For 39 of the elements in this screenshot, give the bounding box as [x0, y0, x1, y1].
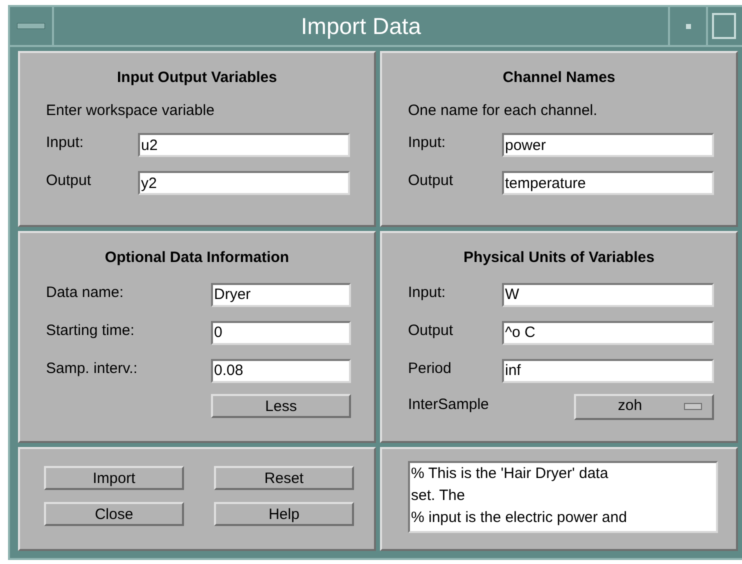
field-label: Output [46, 171, 92, 191]
hint-text: One name for each channel. [408, 100, 598, 120]
field-label: Period [408, 358, 452, 378]
field-label: Input: [46, 133, 85, 153]
minimize-icon [686, 24, 690, 28]
field-label: Output [408, 320, 454, 340]
input-field[interactable]: 0.08 [211, 358, 351, 382]
field-label: Samp. interv.: [46, 358, 138, 378]
input-field[interactable]: 0 [211, 320, 351, 344]
field-label: InterSample [408, 394, 490, 414]
input-field[interactable]: W [502, 282, 714, 306]
panel-title: Optional Data Information [104, 248, 290, 268]
panel-title: Physical Units of Variables [464, 248, 654, 268]
input-field[interactable]: inf [502, 358, 714, 382]
push-button[interactable]: Less [211, 394, 351, 418]
input-field[interactable]: ^o C [502, 320, 714, 344]
option-menu-button[interactable]: zoh [574, 394, 714, 420]
field-label: Output [408, 171, 454, 191]
notes-text[interactable]: % This is the 'Hair Dryer' data set. The % input is the electric power and [408, 461, 718, 533]
input-field[interactable]: u2 [138, 133, 350, 157]
input-field[interactable]: power [502, 133, 714, 157]
field-label: Data name: [46, 282, 125, 302]
option-indicator-icon [684, 403, 702, 410]
hint-text: Enter workspace variable [46, 100, 216, 120]
push-button[interactable]: Help [214, 502, 354, 526]
window-title: Import Data [300, 12, 422, 41]
menu-bar-icon [17, 23, 45, 29]
panel-title: Input Output Variables [116, 68, 277, 88]
input-field[interactable]: Dryer [211, 282, 351, 306]
maximize-icon [712, 13, 736, 39]
push-button[interactable]: Close [44, 502, 184, 526]
field-label: Input: [408, 133, 447, 153]
input-field[interactable]: y2 [138, 171, 350, 195]
push-button[interactable]: Reset [214, 466, 354, 490]
field-label: Input: [408, 282, 447, 302]
input-field[interactable]: temperature [502, 171, 714, 195]
field-label: Starting time: [46, 320, 136, 340]
panel-title: Channel Names [502, 68, 616, 88]
push-button[interactable]: Import [44, 466, 184, 490]
